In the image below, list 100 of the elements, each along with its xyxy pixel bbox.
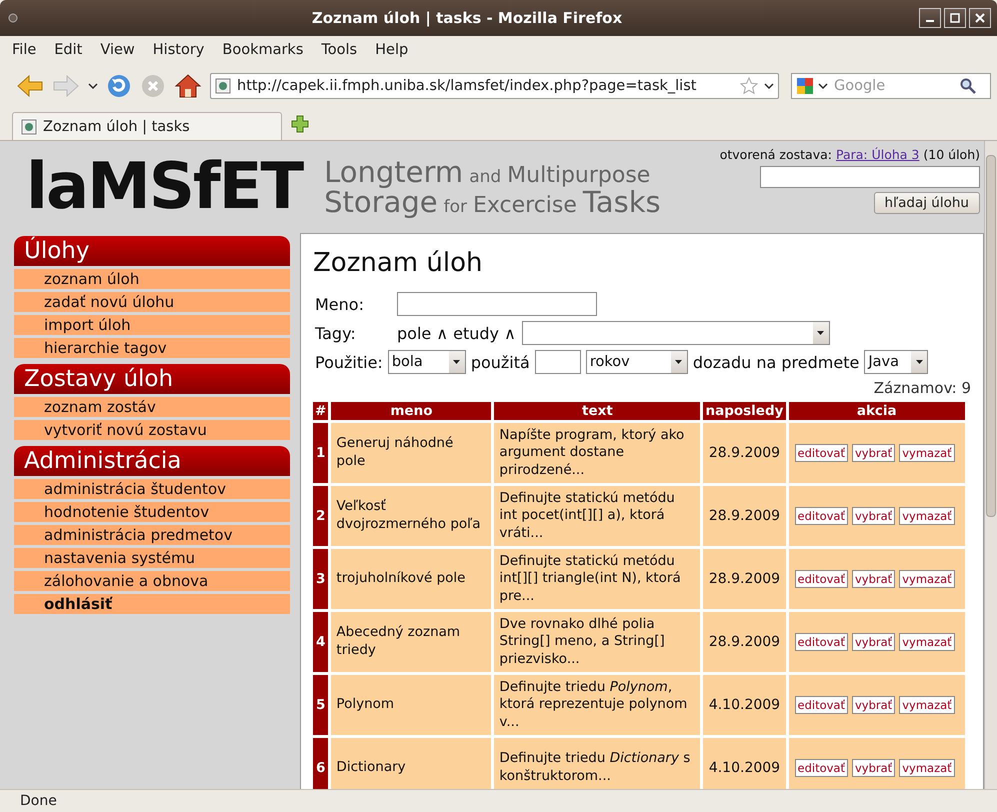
table-cell: 28.9.2009	[703, 423, 786, 483]
caret-icon	[916, 360, 923, 364]
action-link[interactable]: vybrať	[852, 444, 896, 462]
years-select[interactable]: rokov	[586, 350, 688, 374]
column-header: akcia	[788, 402, 965, 420]
table-cell: 4.10.2009	[703, 738, 786, 789]
sidebar-item[interactable]: administrácia predmetov	[14, 525, 290, 545]
sidebar-item[interactable]: odhlásiť	[14, 594, 290, 614]
sidebar-section-title: Úlohy	[14, 236, 290, 266]
sidebar-item[interactable]: import úloh	[14, 315, 290, 335]
sidebar-item[interactable]: zálohovanie a obnova	[14, 571, 290, 591]
maximize-icon	[950, 13, 960, 23]
new-tab-icon[interactable]	[290, 114, 310, 134]
sidebar-item[interactable]: hierarchie tagov	[14, 338, 290, 358]
tags-text: pole ∧ etudy ∧	[397, 324, 516, 342]
address-bar[interactable]: http://capek.ii.fmph.uniba.sk/lamsfet/index.php?page=task_list	[210, 73, 779, 99]
sidebar-item[interactable]: vytvoriť novú zostavu	[14, 420, 290, 440]
engine-caret-icon	[818, 83, 828, 89]
open-set-label: otvorená zostava:	[720, 147, 832, 162]
action-link[interactable]: vymazať	[899, 633, 955, 651]
table-cell: Definujte triedu Polynom, ktorá reprezentuje polynom v...	[494, 675, 700, 735]
field-label: dozadu na predmete	[692, 352, 860, 372]
sidebar-item[interactable]: administrácia študentov	[14, 479, 290, 499]
window-menu-icon[interactable]	[8, 13, 18, 23]
table-cell: Generuj náhodné pole	[331, 423, 492, 483]
search-task-button[interactable]: hľadaj úlohu	[874, 192, 980, 214]
menu-item[interactable]: File	[12, 42, 36, 58]
action-link[interactable]: vymazať	[899, 759, 955, 777]
name-input[interactable]	[397, 292, 597, 316]
browser-tab[interactable]: Zoznam úloh | tasks	[12, 112, 282, 140]
field-label: Použitie:	[315, 352, 383, 372]
close-button[interactable]	[969, 8, 991, 28]
row-number: 5	[313, 675, 328, 735]
menu-item[interactable]: Help	[375, 42, 408, 58]
caret-icon	[675, 360, 682, 364]
action-link[interactable]: vymazať	[899, 570, 955, 588]
row-number: 4	[313, 612, 328, 672]
years-input[interactable]	[534, 350, 581, 374]
reload-icon[interactable]	[106, 73, 132, 99]
window-title: Zoznam úloh | tasks - Mozilla Firefox	[310, 9, 624, 27]
action-link[interactable]: vybrať	[852, 570, 896, 588]
action-link[interactable]: vymazať	[899, 507, 955, 525]
search-icon[interactable]	[960, 78, 976, 94]
tagline-text: Excercise	[472, 194, 577, 218]
action-link[interactable]: editovať	[794, 696, 848, 714]
action-link[interactable]: vybrať	[852, 759, 896, 777]
open-set-count: (10 úloh)	[923, 147, 980, 162]
action-link[interactable]: editovať	[794, 444, 848, 462]
maximize-button[interactable]	[944, 8, 966, 28]
url-caret-icon	[764, 83, 774, 89]
caret-icon	[817, 331, 824, 335]
close-icon	[975, 13, 985, 23]
logo: laMSfET	[26, 155, 302, 219]
page-title: Zoznam úloh	[313, 248, 484, 278]
action-link[interactable]: vybrať	[852, 696, 896, 714]
column-header: meno	[331, 402, 492, 420]
table-cell: Napíšte program, ktorý ako argument dostane prirodzené...	[494, 423, 700, 483]
open-set-link[interactable]: Para: Úloha 3	[836, 147, 920, 162]
subject-select[interactable]: Java	[864, 350, 928, 374]
tagline-text: Tasks	[582, 187, 661, 218]
scrollbar[interactable]	[984, 141, 997, 789]
action-link[interactable]: editovať	[794, 507, 848, 525]
history-caret-icon	[88, 83, 98, 89]
menu-item[interactable]: Bookmarks	[222, 42, 304, 58]
action-link[interactable]: vymazať	[899, 444, 955, 462]
back-icon[interactable]	[16, 74, 44, 98]
menu-item[interactable]: History	[152, 42, 204, 58]
sidebar-item[interactable]: zoznam zostáv	[14, 397, 290, 417]
search-engine-icon[interactable]	[796, 77, 814, 95]
menu-item[interactable]: View	[100, 42, 135, 58]
table-cell: 28.9.2009	[703, 612, 786, 672]
action-link[interactable]: vybrať	[852, 633, 896, 651]
search-field[interactable]	[760, 166, 980, 188]
tagline-text: Longterm	[324, 156, 464, 187]
action-link[interactable]: vybrať	[852, 507, 896, 525]
sidebar-item[interactable]: zoznam úloh	[14, 269, 290, 289]
field-label: použitá	[470, 352, 530, 372]
action-link[interactable]: editovať	[794, 759, 848, 777]
row-number: 1	[313, 423, 328, 483]
table-cell: Abecedný zoznam triedy	[331, 612, 492, 672]
star-icon[interactable]	[740, 77, 758, 95]
sidebar-item[interactable]: hodnotenie študentov	[14, 502, 290, 522]
minimize-button[interactable]	[919, 8, 941, 28]
url-text: http://capek.ii.fmph.uniba.sk/lamsfet/index.php?page=task_list	[237, 78, 698, 94]
table-cell: Dve rovnako dlhé polia String[] meno, a String[] priezvisko...	[494, 612, 700, 672]
action-link[interactable]: vymazať	[899, 696, 955, 714]
table-cell: 4.10.2009	[703, 675, 786, 735]
row-number: 6	[313, 738, 328, 789]
action-link[interactable]: editovať	[794, 570, 848, 588]
sidebar-item[interactable]: zadať novú úlohu	[14, 292, 290, 312]
tags-select[interactable]	[522, 321, 830, 345]
row-number: 2	[313, 486, 328, 546]
usage-select[interactable]: bola	[388, 350, 466, 374]
record-count: Záznamov: 9	[872, 379, 971, 397]
sidebar-item[interactable]: nastavenia systému	[14, 548, 290, 568]
menu-item[interactable]: Tools	[321, 42, 358, 58]
menu-item[interactable]: Edit	[54, 42, 82, 58]
home-icon[interactable]	[174, 73, 202, 99]
action-link[interactable]: editovať	[794, 633, 848, 651]
search-bar[interactable]: Google	[791, 73, 991, 99]
